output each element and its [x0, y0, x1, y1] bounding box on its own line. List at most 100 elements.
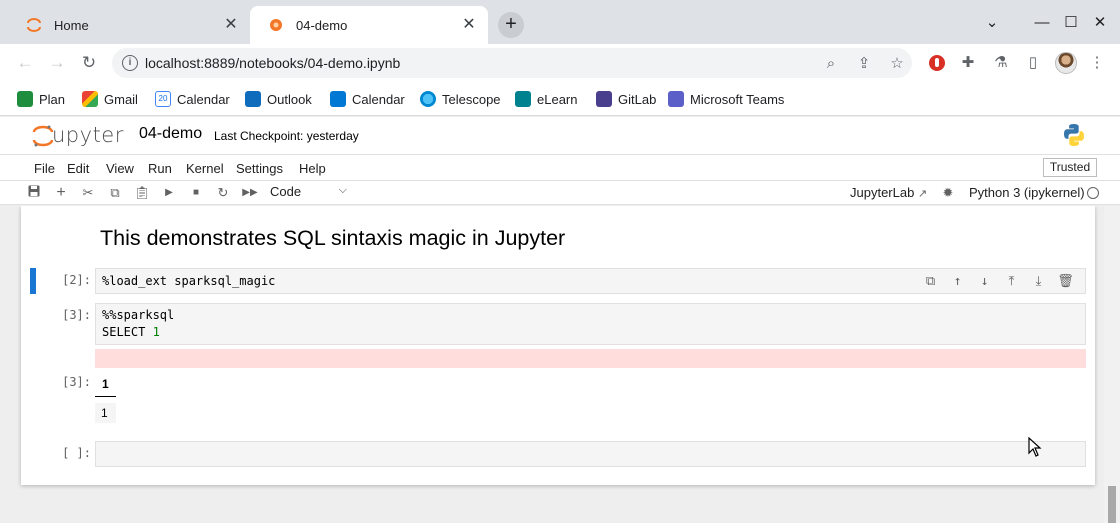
close-tab-icon[interactable]: ✕	[222, 16, 240, 34]
maximize-icon[interactable]: ☐	[1060, 12, 1082, 34]
more-menu-icon[interactable]: ⋮	[1088, 54, 1106, 72]
mouse-cursor-icon	[1028, 437, 1042, 457]
profile-avatar[interactable]	[1055, 52, 1077, 74]
telescope-icon	[420, 91, 436, 107]
reload-icon[interactable]: ↻	[78, 52, 100, 74]
markdown-heading[interactable]: This demonstrates SQL sintaxis magic in …	[100, 226, 565, 251]
gmail-icon	[82, 91, 98, 107]
extension-red-hand-icon[interactable]	[928, 54, 946, 72]
bookmark-elearn[interactable]: eLearn	[515, 90, 577, 108]
jupyter-logo[interactable]: upyter	[32, 123, 124, 147]
table-header: 1	[95, 374, 116, 397]
url-text[interactable]: localhost:8889/notebooks/04-demo.ipynb	[145, 55, 400, 71]
teams-icon	[668, 91, 684, 107]
kernel-status-idle-icon	[1087, 187, 1099, 199]
run-icon[interactable]: ▶	[160, 184, 178, 202]
external-link-icon: ↗	[917, 188, 928, 200]
outlook-calendar-icon	[330, 91, 346, 107]
jupyter-menubar: File Edit View Run Kernel Settings Help …	[0, 155, 1120, 181]
menu-settings[interactable]: Settings	[236, 161, 283, 176]
notebook-toolbar: + ✂ ⧉ 📋︎ ▶ ■ ↻ ▶▶ Code ⌵ JupyterLab ↗ ✹ …	[0, 181, 1120, 205]
share-icon[interactable]: ⇪	[855, 55, 873, 73]
restart-icon[interactable]: ↻	[214, 184, 232, 202]
cell-prompt: [ ]:	[62, 446, 91, 460]
trusted-indicator[interactable]: Trusted	[1043, 158, 1097, 177]
chevron-down-icon: ⌵	[338, 184, 347, 196]
cell-prompt: [2]:	[62, 273, 91, 287]
move-down-icon[interactable]: ↓	[971, 274, 998, 289]
insert-cell-icon[interactable]: +	[52, 184, 70, 202]
output-table: 1 1	[95, 374, 116, 423]
paste-icon[interactable]: 📋︎	[133, 184, 151, 202]
bookmark-gitlab[interactable]: GitLab	[596, 90, 656, 108]
kernel-name[interactable]: Python 3 (ipykernel)	[969, 185, 1085, 200]
insert-above-icon[interactable]: ⤒	[998, 274, 1025, 289]
bookmark-telescope[interactable]: Telescope	[420, 90, 501, 108]
cell-type-select[interactable]: Code ⌵	[270, 184, 350, 202]
table-cell: 1	[95, 403, 116, 423]
delete-cell-icon[interactable]: 🗑︎	[1052, 274, 1079, 289]
stop-icon[interactable]: ■	[187, 184, 205, 202]
save-icon[interactable]	[25, 184, 43, 202]
cell-type-value: Code	[270, 184, 302, 199]
copy-icon[interactable]: ⧉	[106, 184, 124, 202]
menu-file[interactable]: File	[34, 161, 55, 176]
last-checkpoint: Last Checkpoint: yesterday	[214, 129, 359, 143]
move-up-icon[interactable]: ↑	[944, 274, 971, 289]
cell-prompt: [3]:	[62, 308, 91, 322]
close-tab-icon[interactable]: ✕	[460, 16, 478, 34]
menu-help[interactable]: Help	[299, 161, 326, 176]
bookmark-gmail[interactable]: Gmail	[82, 90, 138, 108]
jupyter-header: upyter 04-demo Last Checkpoint: yesterda…	[0, 117, 1120, 155]
bookmark-star-icon[interactable]: ☆	[888, 55, 906, 73]
notebook-panel: This demonstrates SQL sintaxis magic in …	[21, 206, 1095, 485]
back-arrow-icon[interactable]: ←	[14, 52, 36, 74]
duplicate-cell-icon[interactable]: ⧉	[917, 274, 944, 289]
tab-search-icon[interactable]: ⌄	[981, 12, 1003, 34]
menu-view[interactable]: View	[106, 161, 134, 176]
site-info-icon[interactable]: i	[122, 55, 138, 71]
code-cell-input[interactable]	[95, 441, 1086, 467]
vertical-scrollbar[interactable]	[1104, 206, 1120, 523]
cell-toolbar: ⧉ ↑ ↓ ⤒ ⤓ 🗑︎	[917, 274, 1079, 289]
planner-icon	[17, 91, 33, 107]
bookmark-outlook[interactable]: Outlook	[245, 90, 312, 108]
notebook-title[interactable]: 04-demo	[139, 125, 202, 143]
stderr-output	[95, 349, 1086, 368]
menu-kernel[interactable]: Kernel	[186, 161, 224, 176]
minimize-icon[interactable]: —	[1031, 12, 1053, 34]
new-tab-button[interactable]: +	[498, 12, 524, 38]
notebook-area: This demonstrates SQL sintaxis magic in …	[0, 206, 1104, 523]
cut-icon[interactable]: ✂	[79, 184, 97, 202]
address-bar[interactable]: i localhost:8889/notebooks/04-demo.ipynb…	[112, 48, 912, 78]
tab-home[interactable]: Home ✕	[8, 6, 250, 44]
jupyter-wordmark: upyter	[52, 123, 124, 147]
restart-run-all-icon[interactable]: ▶▶	[241, 184, 259, 202]
elearn-icon	[515, 91, 531, 107]
bookmark-plan[interactable]: Plan	[17, 90, 65, 108]
bookmark-calendar-outlook[interactable]: Calendar	[330, 90, 405, 108]
google-calendar-icon: 20	[155, 91, 171, 107]
menu-run[interactable]: Run	[148, 161, 172, 176]
jupyter-logo-icon	[32, 124, 54, 147]
close-window-icon[interactable]: ✕	[1089, 12, 1111, 34]
jupyterlab-link[interactable]: JupyterLab ↗	[850, 185, 927, 200]
bookmark-calendar-google[interactable]: 20 Calendar	[155, 90, 230, 108]
zoom-icon[interactable]: ⌕	[822, 55, 840, 73]
menu-edit[interactable]: Edit	[67, 161, 89, 176]
code-cell-input[interactable]: %%sparksql SELECT 1	[95, 303, 1086, 345]
scrollbar-thumb[interactable]	[1108, 486, 1116, 523]
python-logo-icon	[1062, 123, 1086, 147]
output-prompt: [3]:	[62, 375, 91, 389]
tab-04-demo[interactable]: 04-demo ✕	[250, 6, 488, 44]
forward-arrow-icon[interactable]: →	[46, 52, 68, 74]
browser-toolbar: ← → ↻ i localhost:8889/notebooks/04-demo…	[0, 44, 1120, 82]
extensions-puzzle-icon[interactable]: ✚	[959, 54, 977, 72]
code-cell-input[interactable]: %load_ext sparksql_magic ⧉ ↑ ↓ ⤒ ⤓ 🗑︎	[95, 268, 1086, 294]
lab-flask-icon[interactable]: ⚗	[992, 54, 1010, 72]
bookmark-microsoft-teams[interactable]: Microsoft Teams	[668, 90, 784, 108]
insert-below-icon[interactable]: ⤓	[1025, 274, 1052, 289]
debugger-bug-icon[interactable]: ✹	[939, 184, 957, 202]
side-panel-icon[interactable]: ▯	[1024, 54, 1042, 72]
gitlab-icon	[596, 91, 612, 107]
